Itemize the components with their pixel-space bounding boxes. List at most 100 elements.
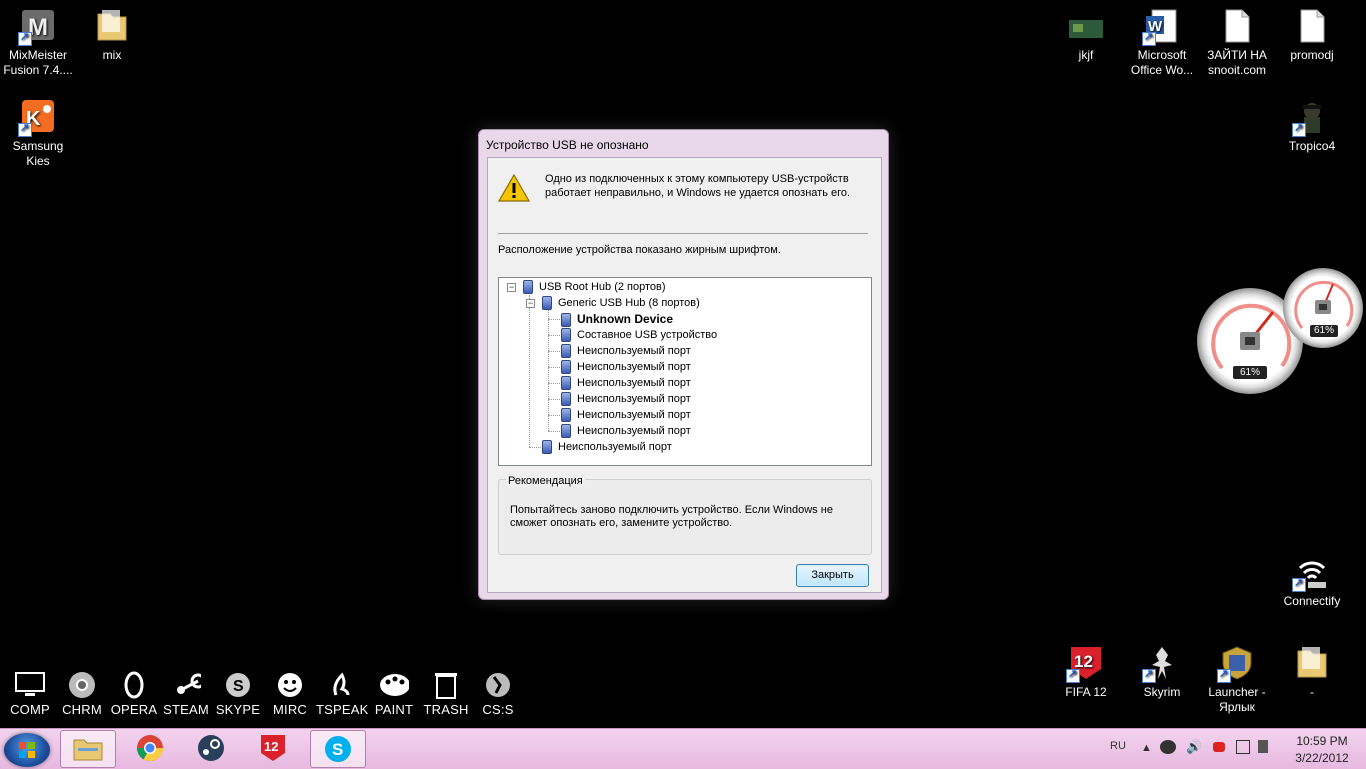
dock-item-trash[interactable]: TRASH [420, 670, 472, 717]
language-indicator[interactable]: RU [1110, 740, 1126, 752]
desktop-icon-label: - [1310, 685, 1314, 699]
taskbar-skype[interactable]: S [310, 730, 366, 768]
tree-node-label: Неиспользуемый порт [577, 393, 691, 405]
dock-label: CHRM [62, 702, 102, 717]
tree-line [548, 335, 560, 336]
collapse-toggle[interactable]: − [507, 283, 516, 292]
desktop-icon-label: FIFA 12 [1065, 685, 1107, 699]
tree-node-unused-port[interactable]: Неиспользуемый порт [561, 407, 691, 423]
mirc-icon [275, 670, 305, 700]
dock-label: COMP [10, 702, 50, 717]
word-document-icon: W [1142, 8, 1180, 46]
tree-node-unused-port[interactable]: Неиспользуемый порт [561, 423, 691, 439]
desktop-icon-label: mix [102, 48, 122, 62]
collapse-toggle[interactable]: − [526, 299, 535, 308]
tree-node-label: Составное USB устройство [577, 329, 718, 341]
network-icon[interactable] [1213, 742, 1225, 752]
tree-node-unknown-device[interactable]: Unknown Device [561, 311, 673, 327]
dock-label: CS:S [482, 702, 514, 717]
safely-remove-icon[interactable] [1258, 740, 1268, 753]
tree-node-label: Неиспользуемый порт [577, 425, 691, 437]
desktop-icon-mixmeister[interactable]: M MixMeister Fusion 7.4.... [0, 8, 76, 78]
tree-line [548, 351, 560, 352]
clock-date[interactable]: 3/22/2012 [1288, 751, 1356, 765]
image-thumbnail-icon [1068, 8, 1104, 44]
desktop-icon-samsung-kies[interactable]: K Samsung Kies [0, 99, 76, 169]
desktop-icon-mix[interactable]: mix [74, 8, 150, 63]
usb-device-icon [561, 344, 571, 359]
desktop-icon-connectify[interactable]: Connectify [1274, 554, 1350, 609]
tree-line [548, 399, 560, 400]
action-center-icon[interactable] [1236, 740, 1250, 754]
mixmeister-icon: M [18, 8, 56, 46]
volume-icon[interactable]: 🔊 [1186, 739, 1202, 755]
dock-label: MIRC [272, 702, 308, 717]
tree-line [548, 431, 560, 432]
steam-tray-icon[interactable] [1160, 740, 1176, 754]
monitor-icon [15, 670, 45, 700]
desktop-icon-promodj[interactable]: promodj [1274, 8, 1350, 63]
taskbar-explorer[interactable] [60, 730, 116, 768]
desktop-icon-tropico[interactable]: Tropico4 [1274, 99, 1350, 154]
windows-logo-icon [19, 742, 35, 758]
tree-node-unused-port[interactable]: Неиспользуемый порт [542, 439, 672, 455]
desktop-icon-snooit[interactable]: ЗАЙТИ НА snooit.com [1199, 8, 1275, 78]
dock-label: TSPEAK [316, 702, 369, 717]
fifa-icon: 12 [1066, 645, 1104, 683]
desktop-icon-launcher[interactable]: Launcher - Ярлык [1199, 645, 1275, 715]
svg-text:S: S [233, 678, 244, 695]
dock-item-css[interactable]: CS:S [472, 670, 524, 717]
text-file-icon [1294, 8, 1330, 44]
tree-node-unused-port[interactable]: Неиспользуемый порт [561, 375, 691, 391]
counter-strike-icon [483, 670, 513, 700]
dock-item-opera[interactable]: OPERA [108, 670, 160, 717]
recommendation-text: Попытайтесь заново подключить устройство… [510, 504, 833, 529]
tree-line [548, 310, 549, 431]
dock-item-skype[interactable]: S SKYPE [212, 670, 264, 717]
taskbar-steam[interactable] [184, 730, 238, 766]
tree-node-label: Неиспользуемый порт [577, 409, 691, 421]
taskbar-chrome[interactable] [123, 730, 177, 766]
usb-device-icon [542, 440, 552, 455]
device-tree[interactable]: − − USB Root Hub (2 портов) Generic USB … [498, 277, 872, 466]
usb-device-icon [561, 408, 571, 423]
clock-time[interactable]: 10:59 PM [1292, 734, 1352, 748]
dock-item-paint[interactable]: PAINT [368, 670, 420, 717]
desktop-icon-label: jkjf [1078, 48, 1094, 62]
desktop-icon-fifa[interactable]: 12 FIFA 12 [1048, 645, 1124, 700]
desktop-icon-skyrim[interactable]: Skyrim [1124, 645, 1200, 700]
usb-device-icon [561, 360, 571, 375]
opera-icon [119, 670, 149, 700]
dock-item-tspeak[interactable]: TSPEAK [316, 670, 368, 717]
dialog-title: Устройство USB не опознано [486, 138, 649, 152]
tree-node-composite[interactable]: Составное USB устройство [561, 327, 717, 343]
desktop-icon-jkjf[interactable]: jkjf [1048, 8, 1124, 63]
tree-node-unused-port[interactable]: Неиспользуемый порт [561, 343, 691, 359]
tree-line [529, 447, 541, 448]
tree-node-label: Неиспользуемый порт [558, 441, 672, 453]
dock-item-chrm[interactable]: CHRM [56, 670, 108, 717]
tree-node-unused-port[interactable]: Неиспользуемый порт [561, 391, 691, 407]
dock-item-steam[interactable]: STEAM [160, 670, 212, 717]
tree-node-root-hub[interactable]: USB Root Hub (2 портов) [523, 279, 666, 295]
tree-line [548, 383, 560, 384]
teamspeak-icon [327, 670, 357, 700]
dock-item-mirc[interactable]: MIRC [264, 670, 316, 717]
usb-not-recognized-dialog[interactable]: Устройство USB не опознано Одно из подкл… [478, 129, 889, 600]
dock-label: OPERA [110, 702, 158, 717]
taskbar-fifa[interactable]: 12 [246, 730, 300, 766]
desktop-icon-word[interactable]: W Microsoft Office Wo... [1124, 8, 1200, 78]
start-button[interactable] [4, 733, 50, 767]
skype-icon: S [325, 736, 351, 762]
tropico-icon [1292, 99, 1330, 137]
show-hidden-icons-button[interactable]: ▲ [1141, 742, 1152, 754]
desktop-icon-folder-dash[interactable]: - [1274, 645, 1350, 700]
close-button[interactable]: Закрыть [796, 564, 869, 587]
desktop-icon-label: Microsoft Office Wo... [1130, 48, 1194, 77]
fifa-icon: 12 [261, 735, 285, 761]
launcher-icon [1217, 645, 1255, 683]
dock-item-comp[interactable]: COMP [4, 670, 56, 717]
tree-node-unused-port[interactable]: Неиспользуемый порт [561, 359, 691, 375]
tree-node-generic-hub[interactable]: Generic USB Hub (8 портов) [542, 295, 700, 311]
desktop-icon-label: promodj [1290, 48, 1334, 62]
